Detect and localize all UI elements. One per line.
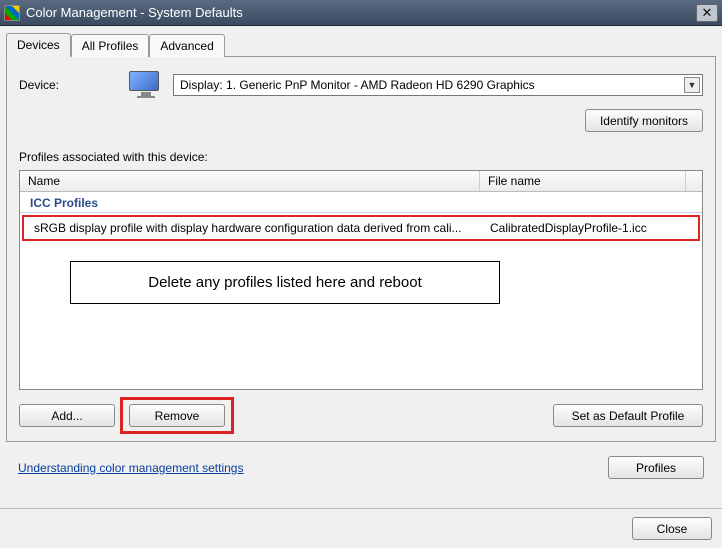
monitor-icon (129, 71, 163, 99)
profiles-listview[interactable]: Name File name ICC Profiles sRGB display… (19, 170, 703, 390)
device-dropdown[interactable]: Display: 1. Generic PnP Monitor - AMD Ra… (173, 74, 703, 96)
identify-monitors-button[interactable]: Identify monitors (585, 109, 703, 132)
dialog-footer: Close (0, 508, 722, 548)
profile-file-cell: CalibratedDisplayProfile-1.icc (484, 221, 698, 235)
tab-advanced[interactable]: Advanced (149, 34, 224, 57)
listview-group-icc: ICC Profiles (20, 192, 702, 213)
profiles-section-label: Profiles associated with this device: (19, 150, 703, 164)
profiles-button[interactable]: Profiles (608, 456, 704, 479)
set-default-profile-button[interactable]: Set as Default Profile (553, 404, 703, 427)
column-name[interactable]: Name (20, 171, 480, 191)
window-title: Color Management - System Defaults (26, 5, 696, 20)
chevron-down-icon: ▼ (684, 77, 700, 93)
annotation-callout: Delete any profiles listed here and rebo… (70, 261, 500, 304)
remove-button[interactable]: Remove (129, 404, 225, 427)
remove-highlight: Remove (123, 400, 231, 431)
tab-panel-devices: Device: Display: 1. Generic PnP Monitor … (6, 56, 716, 442)
close-button[interactable]: Close (632, 517, 712, 540)
window-close-button[interactable]: ✕ (696, 4, 718, 22)
list-item[interactable]: sRGB display profile with display hardwa… (24, 217, 698, 239)
title-bar: Color Management - System Defaults ✕ (0, 0, 722, 26)
profile-name-cell: sRGB display profile with display hardwa… (34, 221, 484, 235)
app-icon (4, 5, 20, 21)
device-dropdown-value: Display: 1. Generic PnP Monitor - AMD Ra… (180, 78, 535, 92)
column-file-name[interactable]: File name (480, 171, 686, 191)
add-button[interactable]: Add... (19, 404, 115, 427)
column-spacer (686, 171, 702, 191)
tab-all-profiles[interactable]: All Profiles (71, 34, 150, 57)
device-label: Device: (19, 78, 119, 92)
listview-header: Name File name (20, 171, 702, 192)
tab-strip: Devices All Profiles Advanced (6, 32, 716, 56)
understanding-link[interactable]: Understanding color management settings (18, 461, 243, 475)
tab-devices[interactable]: Devices (6, 33, 71, 57)
